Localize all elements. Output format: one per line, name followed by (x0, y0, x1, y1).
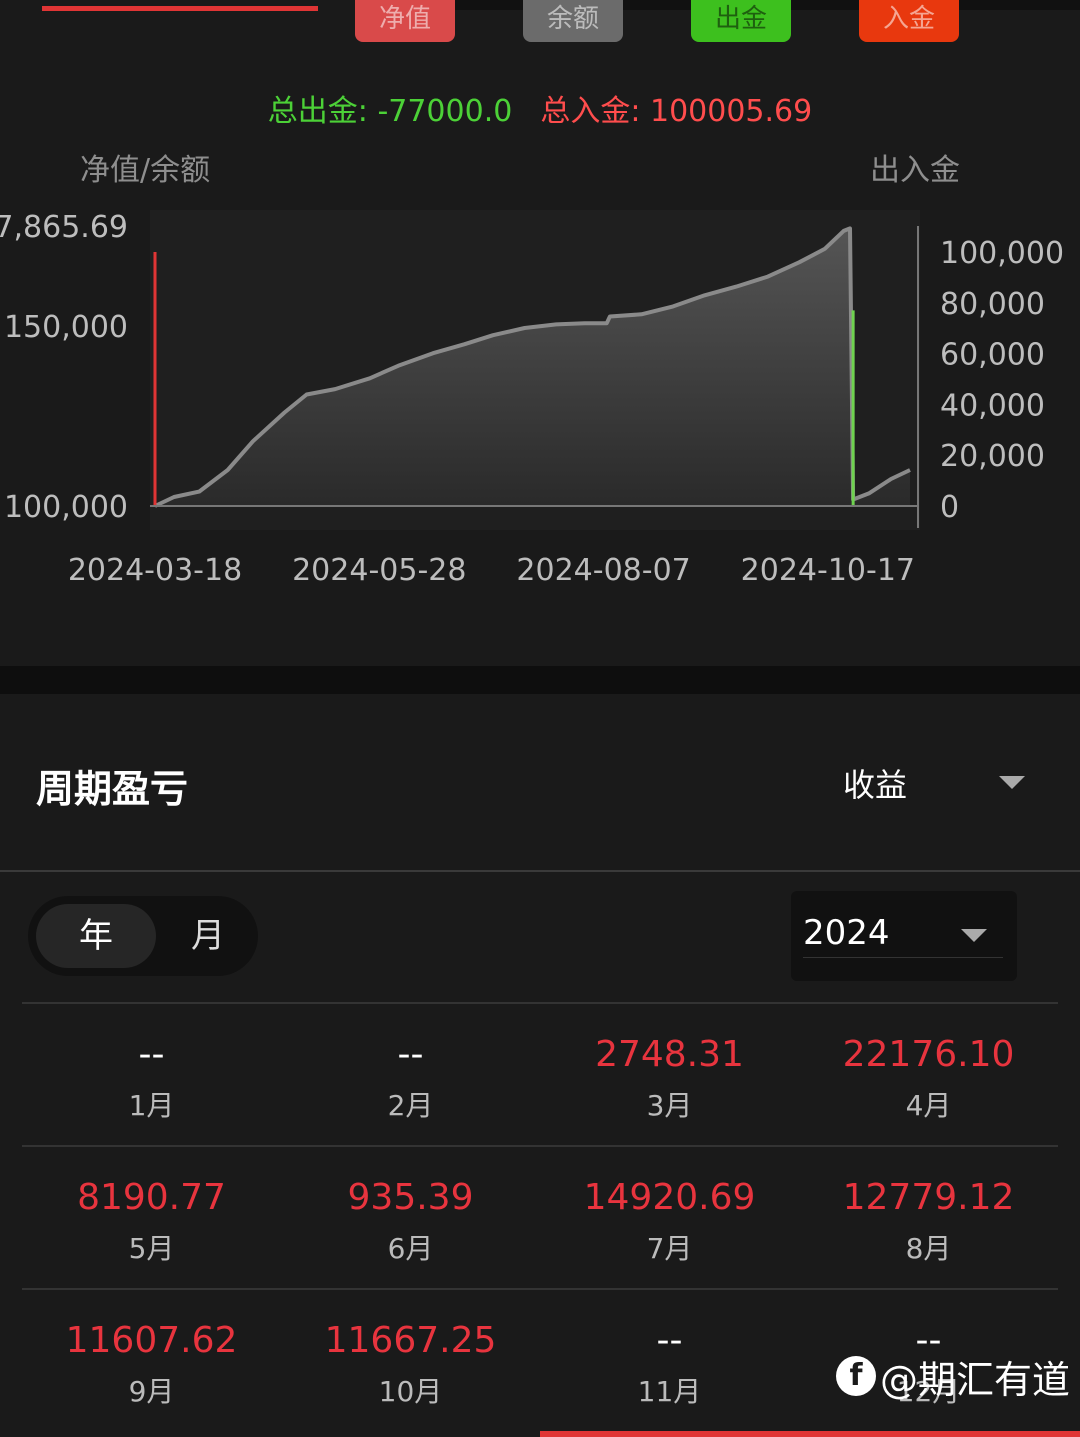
month-profit: 8190.77 (77, 1177, 226, 1218)
total-deposit: 总入金: 100005.69 (540, 94, 813, 129)
right-tick-label: 100,000 (940, 236, 1064, 271)
chevron-down-icon[interactable] (999, 776, 1025, 789)
watermark-text: @期汇有道 (880, 1357, 1071, 1402)
month-cell[interactable]: -- 11月 (540, 1290, 799, 1433)
year-underline (803, 957, 1003, 958)
month-cell[interactable]: 22176.10 4月 (799, 1004, 1058, 1147)
x-tick-label: 2024-03-18 (68, 553, 242, 588)
legend-balance[interactable]: 余额 (523, 0, 623, 42)
right-axis-title: 出入金 (870, 153, 960, 188)
header-divider (0, 870, 1080, 872)
equity-chart: 净值/余额 出入金 100,000 150,000 7,865.69 0 20,000 4… (0, 140, 1080, 610)
equity-chart-svg: 净值/余额 出入金 100,000 150,000 7,865.69 0 20,000 4… (0, 153, 1064, 588)
month-label: 4月 (905, 1089, 952, 1122)
month-cell[interactable]: 935.39 6月 (281, 1147, 540, 1290)
chevron-down-icon[interactable] (961, 929, 987, 942)
month-cell[interactable]: -- 2月 (281, 1004, 540, 1147)
left-tick-label: 150,000 (4, 310, 128, 345)
month-label: 9月 (128, 1375, 175, 1408)
right-tick-label: 20,000 (940, 439, 1045, 474)
left-axis-title: 净值/余额 (80, 153, 210, 188)
month-profit: 14920.69 (583, 1177, 756, 1218)
month-cell[interactable]: 11607.62 9月 (22, 1290, 281, 1433)
month-label: 7月 (646, 1232, 693, 1265)
x-tick-label: 2024-08-07 (516, 553, 690, 588)
right-tick-label: 80,000 (940, 287, 1045, 322)
total-withdraw: 总出金: -77000.0 (267, 94, 513, 129)
month-label: 8月 (905, 1232, 952, 1265)
totals-summary: 总出金: -77000.0 总入金: 100005.69 (0, 86, 1080, 130)
right-tick-label: 40,000 (940, 388, 1045, 423)
month-profit: -- (397, 1034, 424, 1075)
month-profit: 935.39 (347, 1177, 474, 1218)
legend-net-value[interactable]: 净值 (355, 0, 455, 42)
x-tick-label: 2024-10-17 (741, 553, 915, 588)
month-cell[interactable]: 2748.31 3月 (540, 1004, 799, 1147)
month-profit: 2748.31 (595, 1034, 744, 1075)
month-label: 3月 (646, 1089, 693, 1122)
total-deposit-value: 100005.69 (649, 94, 813, 129)
toggle-year[interactable]: 年 (36, 904, 156, 968)
active-tab-indicator (42, 6, 318, 11)
month-row: -- 1月 -- 2月 2748.31 3月 22176.10 4月 (22, 1002, 1058, 1147)
legend-deposit[interactable]: 入金 (859, 0, 959, 42)
month-label: 2月 (387, 1089, 434, 1122)
right-tick-label: 0 (940, 490, 959, 525)
toggle-month[interactable]: 月 (168, 904, 248, 968)
month-profit: 12779.12 (842, 1177, 1015, 1218)
month-row: 8190.77 5月 935.39 6月 14920.69 7月 12779.12 8月 (22, 1145, 1058, 1290)
month-cell[interactable]: 14920.69 7月 (540, 1147, 799, 1290)
month-cell[interactable]: 8190.77 5月 (22, 1147, 281, 1290)
month-cell[interactable]: 12779.12 8月 (799, 1147, 1058, 1290)
left-tick-label: 7,865.69 (0, 210, 128, 245)
month-cell[interactable]: -- 1月 (22, 1004, 281, 1147)
month-cell[interactable]: 11667.25 10月 (281, 1290, 540, 1433)
month-label: 6月 (387, 1232, 434, 1265)
month-label: 1月 (128, 1089, 175, 1122)
pnl-metric-select[interactable]: 收益 (843, 760, 907, 806)
month-label: 11月 (637, 1375, 702, 1408)
month-profit: 22176.10 (842, 1034, 1015, 1075)
period-toggle[interactable]: 年 月 (28, 896, 258, 976)
month-profit: -- (656, 1320, 683, 1361)
legend-withdraw[interactable]: 出金 (691, 0, 791, 42)
month-profit: 11667.25 (324, 1320, 497, 1361)
bottom-scroll-indicator (540, 1431, 1080, 1437)
section-divider (0, 666, 1080, 694)
right-tick-label: 60,000 (940, 338, 1045, 373)
watermark: f @期汇有道 (836, 1350, 1070, 1402)
month-label: 10月 (378, 1375, 443, 1408)
month-profit: 11607.62 (65, 1320, 238, 1361)
total-withdraw-value: -77000.0 (377, 94, 513, 129)
left-tick-label: 100,000 (4, 490, 128, 525)
x-tick-label: 2024-05-28 (292, 553, 466, 588)
month-label: 5月 (128, 1232, 175, 1265)
month-profit: -- (138, 1034, 165, 1075)
year-value: 2024 (803, 913, 890, 953)
pnl-title: 周期盈亏 (36, 767, 189, 811)
year-select[interactable]: 2024 (791, 891, 1017, 981)
watermark-logo-icon: f (836, 1356, 876, 1396)
